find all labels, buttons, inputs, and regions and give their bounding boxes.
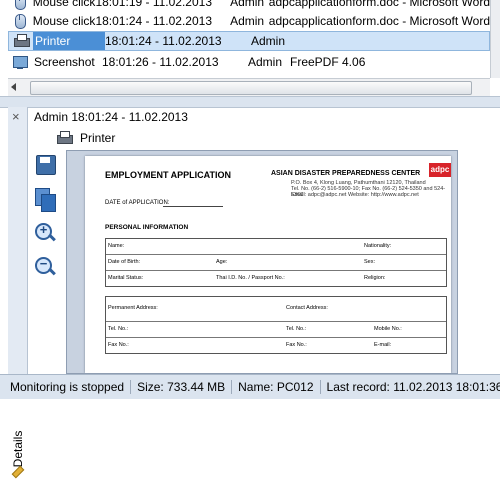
pane-splitter[interactable]	[0, 96, 500, 108]
last-record-status: Last record: 11.02.2013 18:01:36	[321, 380, 500, 394]
monitoring-status: Monitoring is stopped	[0, 380, 132, 394]
document-preview[interactable]: EMPLOYMENT APPLICATION ASIAN DISASTER PR…	[66, 150, 458, 374]
document-organization: ASIAN DISASTER PREPAREDNESS CENTER	[271, 170, 421, 177]
vertical-scrollbar[interactable]	[490, 0, 500, 78]
scroll-left-icon[interactable]	[11, 83, 16, 91]
table-row: Fax No.: Fax No.: E-mail:	[108, 342, 392, 348]
size-status: Size: 733.44 MB	[131, 380, 233, 394]
zoom-in-icon[interactable]: +	[32, 220, 58, 246]
event-user: Admin	[230, 14, 265, 28]
event-time: 18:01:24 - 11.02.2013	[105, 34, 222, 48]
event-row[interactable]: Screenshot 18:01:26 - 11.02.2013 Admin F…	[8, 52, 490, 72]
copy-icon[interactable]	[32, 186, 58, 212]
printer-icon	[13, 33, 30, 49]
event-type: Printer	[33, 32, 105, 50]
screenshot-icon	[12, 54, 28, 70]
zoom-out-icon[interactable]: −	[32, 254, 58, 280]
event-type: Mouse click	[32, 14, 96, 28]
event-time: 18:01:26 - 11.02.2013	[102, 55, 219, 69]
mouse-icon	[12, 0, 27, 10]
detail-header: Admin 18:01:24 - 11.02.2013	[34, 110, 188, 124]
event-time: 18:01:24 - 11.02.2013	[95, 14, 212, 28]
event-type: Mouse click	[32, 0, 96, 9]
event-row-selected[interactable]: Printer 18:01:24 - 11.02.2013 Admin	[8, 31, 490, 51]
computer-name-status: Name: PC012	[232, 380, 321, 394]
event-user: Admin	[251, 34, 286, 48]
detail-title: Printer	[56, 130, 115, 146]
personal-info-table: Name: Nationality: Date of Birth: Age: S…	[105, 238, 447, 287]
event-info: FreePDF 4.06	[290, 55, 366, 69]
event-user: Admin	[230, 0, 265, 9]
detail-title-label: Printer	[80, 131, 116, 145]
close-icon[interactable]: ×	[12, 109, 20, 124]
mouse-icon	[12, 13, 27, 29]
address-table: Permanent Address: Contact Address: Tel.…	[105, 296, 447, 354]
document-address-line: Email: adpc@adpc.net Website: http://www…	[291, 192, 419, 198]
document-page: EMPLOYMENT APPLICATION ASIAN DISASTER PR…	[85, 156, 451, 373]
event-info: adpcapplicationform.doc - Microsoft Word	[268, 14, 490, 28]
details-tab[interactable]: Details	[8, 417, 27, 479]
horizontal-scrollbar[interactable]	[8, 78, 490, 96]
status-bar: Monitoring is stopped Size: 733.44 MB Na…	[0, 374, 500, 399]
table-row: Tel. No.: Tel. No.: Mobile No.:	[106, 322, 446, 338]
table-row: Marital Status: Thai I.D. No. / Passport…	[108, 275, 386, 281]
document-logo: adpc	[429, 163, 451, 177]
application-date-field: DATE of APPLICATION:	[105, 200, 224, 207]
save-icon[interactable]	[32, 152, 58, 178]
event-info: adpcapplicationform.doc - Microsoft Word	[268, 0, 490, 9]
document-title: EMPLOYMENT APPLICATION	[105, 170, 231, 180]
scroll-thumb[interactable]	[30, 81, 472, 95]
preview-toolbar: + −	[32, 152, 62, 288]
personal-info-heading: PERSONAL INFORMATION	[105, 224, 189, 231]
table-row: Permanent Address: Contact Address:	[106, 297, 446, 322]
table-row: Name: Nationality:	[106, 239, 446, 255]
event-user: Admin	[248, 55, 283, 69]
table-row: Date of Birth: Age: Sex:	[106, 255, 446, 271]
printer-icon	[56, 130, 74, 146]
event-type: Screenshot	[34, 55, 95, 69]
event-list[interactable]: Mouse click 18:01:19 - 11.02.2013 Admin …	[8, 0, 491, 78]
details-side-panel: × Details	[8, 107, 28, 479]
event-time: 18:01:19 - 11.02.2013	[95, 0, 212, 9]
event-row[interactable]: Mouse click 18:01:24 - 11.02.2013 Admin …	[8, 11, 490, 31]
